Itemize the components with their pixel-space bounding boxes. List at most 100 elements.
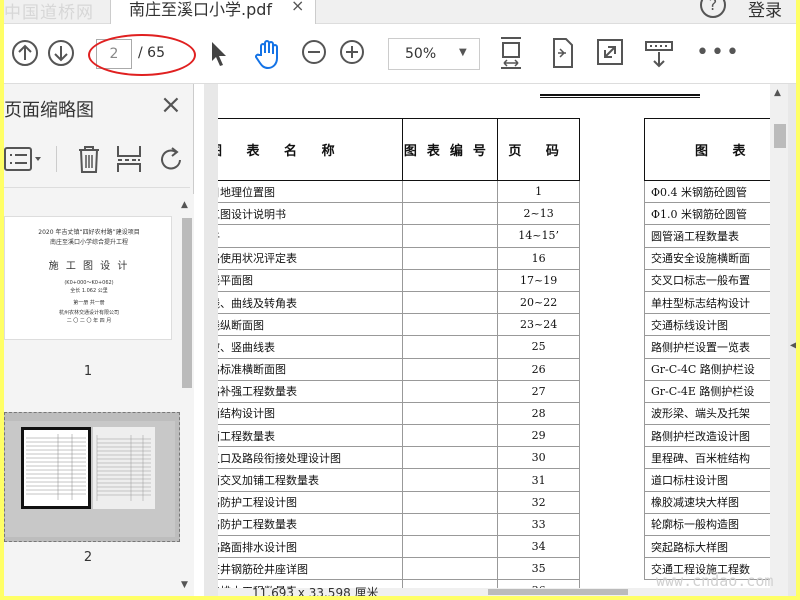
thumbnail-viewport-frame bbox=[21, 427, 91, 509]
thumbnail-list: 2020 年吉丈镇“四好农村路”建设项目 南庄至溪口小学综合提升工程 施 工 图… bbox=[4, 194, 180, 596]
table-row: Gr-C-4E 路侧护栏设 bbox=[644, 379, 778, 403]
read-mode-icon[interactable] bbox=[644, 40, 674, 74]
drawing-name-cell: Φ1.0 米钢筋砼圆管 bbox=[644, 202, 778, 226]
page-thumbnail-2-selected[interactable] bbox=[4, 412, 180, 542]
page-number-cell: 28 bbox=[497, 401, 580, 426]
table-row: 圆管涵工程数量表 bbox=[644, 224, 778, 248]
page-thumbnail-1[interactable]: 2020 年吉丈镇“四好农村路”建设项目 南庄至溪口小学综合提升工程 施 工 图… bbox=[4, 216, 172, 340]
scroll-down-icon[interactable]: ▼ bbox=[181, 580, 188, 590]
table-row: 轮廓标一般构造图 bbox=[644, 512, 778, 537]
drawing-name-cell: Gr-C-4C 路侧护栏设 bbox=[644, 357, 778, 381]
drawing-name-cell: 路使用状况评定表 bbox=[218, 246, 403, 270]
drawing-name-cell: 突起路标大样图 bbox=[644, 534, 778, 559]
page-number-cell: 27 bbox=[497, 379, 580, 403]
drawing-name-cell: 工图设计说明书 bbox=[218, 202, 403, 226]
thumbnails-panel: 页面缩略图 × 2020 年吉丈镇“四好农村路”建设项目 南庄至溪口小学综合提升… bbox=[4, 84, 194, 596]
drawing-name-cell: 交叉口标志一般布置 bbox=[644, 268, 778, 292]
document-scrollbar[interactable]: ▲ bbox=[770, 84, 788, 596]
thumbnail-options-icon[interactable] bbox=[4, 144, 44, 178]
document-tab-title: 南庄至溪口小学.pdf bbox=[129, 0, 273, 19]
table-row: Φ1.0 米钢筋砼圆管 bbox=[644, 202, 778, 226]
header-name: 图 表 名 称 bbox=[218, 118, 403, 181]
extract-pages-icon[interactable] bbox=[116, 144, 142, 178]
table-row: 工图设计说明书 2~13 bbox=[218, 202, 580, 226]
header-page: 页 码 bbox=[497, 118, 580, 181]
drawing-name-cell: 橡胶减速块大样图 bbox=[644, 490, 778, 514]
site-watermark: 中国道桥网 bbox=[4, 3, 94, 23]
drawing-name-cell: 交通标线设计图 bbox=[644, 313, 778, 337]
close-icon[interactable]: × bbox=[160, 90, 182, 120]
drawing-code-cell bbox=[401, 313, 499, 337]
scrollbar-thumb[interactable] bbox=[774, 124, 786, 148]
fit-page-icon[interactable] bbox=[498, 36, 524, 74]
zoom-in-icon[interactable] bbox=[338, 38, 366, 70]
drawing-name-cell: 线纵断面图 bbox=[218, 313, 403, 337]
arrow-up-circle-icon[interactable] bbox=[10, 38, 40, 72]
drawing-name-cell: Φ0.4 米钢筋砼圆管 bbox=[644, 179, 778, 204]
table-row: 面交叉加铺工程数量表 31 bbox=[218, 468, 580, 492]
table-row: 交通安全设施横断面 bbox=[644, 246, 778, 270]
thumb-text: 南庄至溪口小学综合提升工程 bbox=[49, 239, 128, 246]
table-row: 交通标线设计图 bbox=[644, 313, 778, 337]
pdf-page: 图 表 名 称 图表编号 页 码 目地理位置图 1 工图设计说明书 2~13 牛 14~1… bbox=[218, 84, 778, 596]
drawing-code-cell bbox=[401, 290, 499, 315]
sign-in-button[interactable]: 登录 bbox=[748, 0, 782, 21]
thumb-text: 2020 年吉丈镇“四好农村路”建设项目 bbox=[38, 229, 140, 236]
page-number-cell: 34 bbox=[497, 534, 580, 559]
table-row: 路防护工程设计图 32 bbox=[218, 490, 580, 514]
drawing-name-cell: Gr-C-4E 路侧护栏设 bbox=[644, 379, 778, 403]
drawing-name-cell: 查井钢筋砼井座详图 bbox=[218, 557, 403, 581]
zoom-select[interactable]: 50% ▼ bbox=[388, 38, 480, 70]
table-row: 查井钢筋砼井座详图 35 bbox=[218, 557, 580, 581]
page-number-cell: 30 bbox=[497, 446, 580, 470]
drawing-index-table-left: 图 表 名 称 图表编号 页 码 目地理位置图 1 工图设计说明书 2~13 牛 14~1… bbox=[218, 118, 580, 596]
tab-close-button[interactable]: × bbox=[291, 0, 304, 15]
more-icon[interactable]: ••• bbox=[696, 40, 741, 65]
rotate-page-icon[interactable] bbox=[548, 37, 576, 73]
scrollbar-thumb[interactable] bbox=[182, 218, 192, 388]
drawing-code-cell bbox=[401, 179, 499, 204]
main-toolbar: 2 / 65 50% ▼ ••• bbox=[4, 24, 796, 84]
drawing-name-cell: 面交叉加铺工程数量表 bbox=[218, 468, 403, 492]
help-button[interactable]: ? bbox=[700, 0, 726, 18]
hand-icon[interactable] bbox=[252, 38, 284, 74]
table-row: 坡、竖曲线表 25 bbox=[218, 335, 580, 359]
tab-bar: 中国道桥网 南庄至溪口小学.pdf × ? 登录 bbox=[4, 0, 796, 24]
drawing-code-cell bbox=[401, 246, 499, 270]
horizontal-scrollbar-thumb[interactable] bbox=[488, 589, 628, 595]
drawing-code-cell bbox=[401, 401, 499, 426]
table-row: Gr-C-4C 路侧护栏设 bbox=[644, 357, 778, 381]
drawing-code-cell bbox=[401, 357, 499, 381]
arrow-down-circle-icon[interactable] bbox=[46, 38, 76, 72]
thumbnail-scrollbar[interactable]: ▲ ▼ bbox=[180, 194, 194, 596]
table-row: 路标准横断面图 26 bbox=[218, 357, 580, 381]
trash-icon[interactable] bbox=[76, 144, 102, 178]
page-number-cell: 1 bbox=[497, 179, 580, 204]
page-number-cell: 26 bbox=[497, 357, 580, 381]
page-number-cell: 17~19 bbox=[497, 268, 580, 292]
drawing-name-cell: 单柱型标志结构设计 bbox=[644, 290, 778, 315]
scroll-up-icon[interactable]: ▲ bbox=[181, 200, 188, 210]
page-number-cell: 20~22 bbox=[497, 290, 580, 315]
table-row: 道口标柱设计图 bbox=[644, 468, 778, 492]
document-tab[interactable]: 南庄至溪口小学.pdf × bbox=[110, 0, 316, 24]
zoom-out-icon[interactable] bbox=[300, 38, 328, 70]
rotate-icon[interactable] bbox=[158, 144, 186, 178]
drawing-name-cell: 面结构设计图 bbox=[218, 401, 403, 426]
table-row: 路侧护栏改造设计图 bbox=[644, 424, 778, 448]
document-view[interactable]: 图 表 名 称 图表编号 页 码 目地理位置图 1 工图设计说明书 2~13 牛 14~1… bbox=[204, 84, 796, 596]
full-screen-icon[interactable] bbox=[596, 38, 624, 70]
page-thumbnail-2 bbox=[5, 421, 175, 537]
scroll-up-icon[interactable]: ▲ bbox=[774, 88, 781, 98]
page-number-cell: 32 bbox=[497, 490, 580, 514]
drawing-name-cell: 叉口及路段衔接处理设计图 bbox=[218, 446, 403, 470]
title-underline bbox=[540, 94, 700, 98]
drawing-code-cell bbox=[401, 446, 499, 470]
pointer-icon[interactable] bbox=[208, 40, 230, 72]
drawing-code-cell bbox=[401, 468, 499, 492]
page-number-cell: 14~15’ bbox=[497, 224, 580, 248]
table-row: 里程碑、百米桩结构 bbox=[644, 446, 778, 470]
drawing-name-cell: 圆管涵工程数量表 bbox=[644, 224, 778, 248]
collapse-right-panel-icon[interactable]: ◀ bbox=[790, 340, 796, 351]
left-table-body: 目地理位置图 1 工图设计说明书 2~13 牛 14~15’ 路使用状况评定表 16 线平面图 1… bbox=[218, 179, 580, 596]
